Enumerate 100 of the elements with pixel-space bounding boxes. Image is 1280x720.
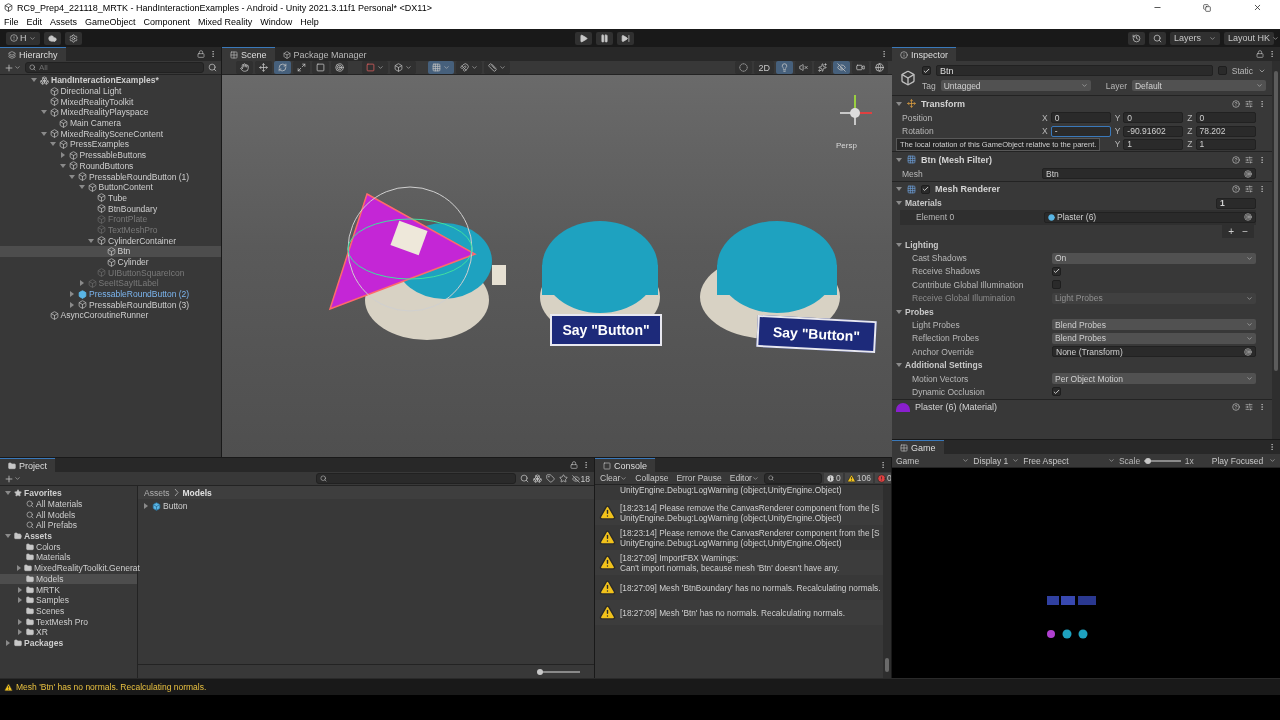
layer-dropdown[interactable]: Default: [1132, 80, 1266, 91]
expand-arrow-icon[interactable]: [896, 362, 902, 369]
help-icon[interactable]: [1232, 403, 1240, 412]
project-item[interactable]: Assets: [0, 530, 137, 542]
hidden-packages-count[interactable]: 18: [571, 473, 590, 484]
inspector-tab[interactable]: Inspector: [892, 47, 957, 61]
menu-item[interactable]: Window: [260, 17, 293, 27]
checkbox[interactable]: [921, 184, 930, 194]
menu-item[interactable]: Help: [300, 17, 319, 27]
section-header[interactable]: Additional Settings: [892, 358, 1272, 372]
breadcrumb-item[interactable]: Assets: [144, 487, 170, 498]
hierarchy-item[interactable]: RoundButtons: [0, 160, 221, 172]
expand-arrow-icon[interactable]: [40, 109, 47, 116]
hierarchy-item[interactable]: Tube: [0, 192, 221, 204]
hierarchy-tab[interactable]: Hierarchy: [0, 47, 66, 61]
hierarchy-item[interactable]: PressableRoundButton (2): [0, 288, 221, 300]
checkbox[interactable]: [922, 66, 931, 75]
expand-arrow-icon[interactable]: [59, 152, 66, 159]
expand-arrow-icon[interactable]: [5, 490, 11, 497]
scene-search-icon[interactable]: [519, 474, 529, 483]
asset-item[interactable]: Button: [142, 501, 590, 512]
ruler-snap-button[interactable]: [484, 61, 510, 74]
expand-arrow-icon[interactable]: [78, 280, 85, 287]
expand-arrow-icon[interactable]: [5, 533, 11, 540]
preset-icon[interactable]: [1245, 403, 1253, 412]
view-dropdown[interactable]: Game: [896, 455, 970, 466]
more-icon[interactable]: [1258, 155, 1266, 164]
count-field[interactable]: 1: [1216, 197, 1256, 209]
play-mode-dropdown[interactable]: Play Focused: [1211, 455, 1276, 466]
expand-arrow-icon[interactable]: [31, 77, 37, 84]
grid-snap-button[interactable]: [428, 61, 454, 74]
project-tab[interactable]: Project: [0, 458, 55, 472]
effects-toggle-icon[interactable]: [814, 61, 831, 74]
lock-icon[interactable]: [1256, 50, 1264, 58]
name-field[interactable]: Btn: [936, 65, 1213, 76]
hierarchy-item[interactable]: MixedRealityPlayspace: [0, 107, 221, 118]
hierarchy-item[interactable]: ButtonContent: [0, 181, 221, 193]
component-header[interactable]: Btn (Mesh Filter): [892, 151, 1272, 168]
scene-tab[interactable]: Scene: [222, 47, 275, 61]
hierarchy-item[interactable]: Main Camera: [0, 117, 221, 129]
info-count[interactable]: 0: [823, 473, 843, 483]
log-message[interactable]: [18:27:09] Mesh 'BtnBoundary' has no normals. Recalculating normals.: [620, 582, 881, 593]
project-item[interactable]: All Prefabs: [0, 520, 137, 531]
project-item[interactable]: All Models: [0, 509, 137, 521]
more-icon[interactable]: [1258, 185, 1266, 194]
object-field[interactable]: Btn: [1042, 168, 1256, 180]
number-field[interactable]: 0: [1050, 112, 1111, 124]
checkbox[interactable]: [1217, 66, 1227, 75]
project-item[interactable]: Samples: [0, 594, 137, 606]
transform-tool-icon[interactable]: [331, 61, 348, 74]
scrollbar[interactable]: [1272, 61, 1280, 439]
more-icon[interactable]: [1258, 403, 1266, 412]
warning-count[interactable]: 106: [844, 473, 873, 483]
cloud-icon[interactable]: [43, 31, 61, 45]
hierarchy-item[interactable]: Cylinder: [0, 256, 221, 268]
lighting-toggle-icon[interactable]: [776, 61, 793, 74]
search-icon[interactable]: [1149, 31, 1166, 45]
object-button[interactable]: [390, 61, 416, 74]
project-item[interactable]: Favorites: [0, 488, 137, 499]
expand-arrow-icon[interactable]: [896, 100, 902, 107]
expand-arrow-icon[interactable]: [16, 565, 22, 572]
expand-arrow-icon[interactable]: [896, 308, 902, 315]
number-field[interactable]: 1: [1195, 138, 1256, 150]
menu-item[interactable]: Mixed Reality: [198, 17, 253, 27]
hierarchy-item[interactable]: PressableButtons: [0, 149, 221, 161]
pause-icon[interactable]: [596, 31, 614, 45]
hierarchy-item[interactable]: Btn: [0, 246, 221, 257]
number-field[interactable]: -90.91602: [1123, 125, 1184, 137]
component-header[interactable]: Transform: [892, 95, 1272, 111]
hierarchy-item[interactable]: CylinderContainer: [0, 235, 221, 246]
number-field[interactable]: 1: [1123, 138, 1184, 150]
add-button[interactable]: +: [1228, 225, 1235, 237]
section-header[interactable]: Probes: [892, 304, 1272, 319]
hierarchy-item[interactable]: PressableRoundButton (3): [0, 299, 221, 311]
project-item[interactable]: Packages: [0, 637, 137, 649]
search-field[interactable]: [315, 473, 516, 484]
add-icon[interactable]: [4, 62, 21, 73]
project-item[interactable]: TextMesh Pro: [0, 616, 137, 627]
console-button[interactable]: Error Pause: [673, 473, 725, 483]
object-field[interactable]: Plaster (6): [1044, 211, 1256, 223]
expand-arrow-icon[interactable]: [69, 301, 75, 308]
visibility-toggle-icon[interactable]: [833, 61, 850, 74]
preset-icon[interactable]: [1245, 99, 1253, 108]
gizmos-toggle-icon[interactable]: [871, 61, 888, 74]
more-icon[interactable]: [1268, 50, 1276, 58]
search-field[interactable]: [763, 472, 822, 484]
help-icon[interactable]: [1232, 155, 1240, 164]
lock-icon[interactable]: [570, 461, 578, 469]
rotate-tool-icon[interactable]: [274, 61, 291, 74]
project-item[interactable]: Models: [0, 573, 137, 585]
hierarchy-item[interactable]: Directional Light: [0, 85, 221, 97]
console-button[interactable]: Collapse: [632, 473, 672, 483]
add-icon[interactable]: [4, 473, 21, 484]
target-icon[interactable]: [1244, 169, 1252, 178]
number-field[interactable]: 0: [1123, 112, 1184, 124]
component-header[interactable]: Mesh Renderer: [892, 180, 1272, 197]
audio-toggle-icon[interactable]: [795, 61, 812, 74]
project-item[interactable]: Materials: [0, 552, 137, 563]
more-icon[interactable]: [1258, 99, 1266, 108]
scene-search-icon[interactable]: [208, 63, 217, 72]
